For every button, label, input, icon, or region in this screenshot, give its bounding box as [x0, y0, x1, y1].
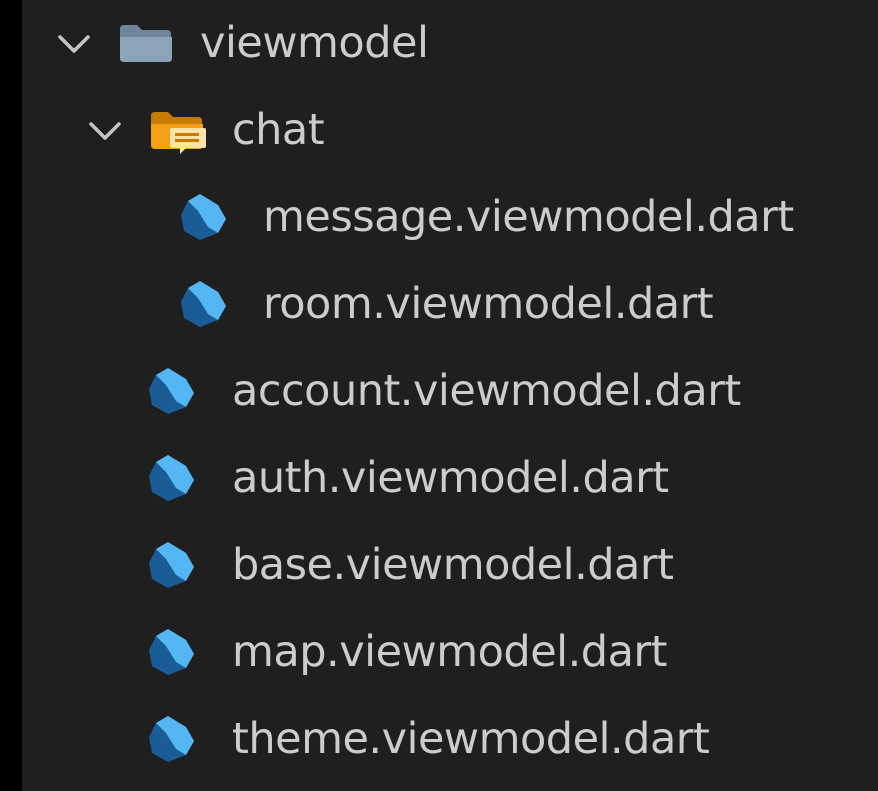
- tree-item-file[interactable]: message.viewmodel.dart: [22, 174, 878, 261]
- tree-item-label: room.viewmodel.dart: [263, 279, 714, 329]
- chevron-down-icon[interactable]: [85, 111, 125, 151]
- file-explorer-tree: viewmodel chat message.viewmodel.dart ro…: [22, 0, 878, 791]
- tree-item-label: map.viewmodel.dart: [232, 627, 667, 677]
- tree-item-file[interactable]: room.viewmodel.dart: [22, 261, 878, 348]
- tree-item-chat-folder[interactable]: chat: [22, 87, 878, 174]
- tree-item-file[interactable]: theme.viewmodel.dart: [22, 696, 878, 783]
- chat-folder-icon: [151, 112, 206, 154]
- dart-file-icon: [181, 281, 226, 327]
- tree-item-label: account.viewmodel.dart: [232, 366, 741, 416]
- tree-item-label: message.viewmodel.dart: [263, 192, 794, 242]
- dart-file-icon: [149, 455, 194, 501]
- tree-item-label: theme.viewmodel.dart: [232, 714, 710, 764]
- tree-item-file[interactable]: account.viewmodel.dart: [22, 348, 878, 435]
- dart-file-icon: [149, 542, 194, 588]
- dart-file-icon: [149, 629, 194, 675]
- tree-item-label: viewmodel: [200, 18, 429, 68]
- tree-item-file[interactable]: map.viewmodel.dart: [22, 609, 878, 696]
- dart-file-icon: [149, 716, 194, 762]
- dart-file-icon: [181, 194, 226, 240]
- tree-item-label: auth.viewmodel.dart: [232, 453, 669, 503]
- tree-item-label: chat: [232, 105, 325, 155]
- tree-item-label: base.viewmodel.dart: [232, 540, 674, 590]
- folder-open-icon: [120, 25, 172, 62]
- tree-item-viewmodel-folder[interactable]: viewmodel: [22, 0, 878, 87]
- tree-item-file[interactable]: base.viewmodel.dart: [22, 522, 878, 609]
- chevron-down-icon[interactable]: [54, 24, 94, 64]
- tree-item-file[interactable]: auth.viewmodel.dart: [22, 435, 878, 522]
- dart-file-icon: [149, 368, 194, 414]
